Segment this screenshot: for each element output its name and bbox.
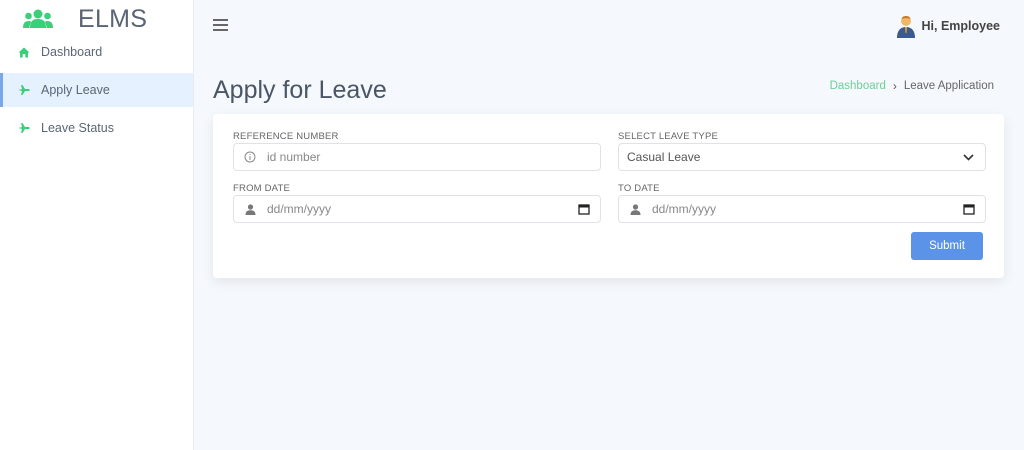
sidebar-item-label: Apply Leave — [41, 83, 110, 97]
to-date-placeholder: dd/mm/yyyy — [652, 202, 717, 216]
leave-type-label: SELECT LEAVE TYPE — [618, 131, 719, 142]
hamburger-icon[interactable] — [213, 19, 228, 31]
person-icon — [628, 203, 642, 215]
sidebar-nav: Dashboard Apply Leave Leave Status — [0, 35, 193, 145]
to-date-label: TO DATE — [618, 183, 660, 194]
sidebar-item-label: Dashboard — [41, 45, 103, 59]
from-date-placeholder: dd/mm/yyyy — [267, 202, 332, 216]
to-date-field: TO DATE — [618, 183, 660, 194]
reference-input[interactable]: id number — [233, 143, 601, 171]
reference-label: REFERENCE NUMBER — [233, 131, 339, 142]
brand[interactable]: ELMS — [0, 0, 193, 38]
to-date-input[interactable]: dd/mm/yyyy — [618, 195, 986, 223]
chevron-down-icon — [963, 153, 975, 161]
calendar-icon[interactable] — [578, 203, 590, 215]
plane-icon — [18, 84, 30, 96]
breadcrumb-current: Leave Application — [903, 80, 994, 92]
breadcrumb-link-dashboard[interactable]: Dashboard — [830, 80, 886, 92]
info-icon — [243, 151, 257, 163]
leave-form-card: REFERENCE NUMBER id number SELECT LEAVE … — [213, 114, 1004, 278]
from-date-input[interactable]: dd/mm/yyyy — [233, 195, 601, 223]
from-date-label: FROM DATE — [233, 183, 291, 194]
breadcrumb: Dashboard › Leave Application — [830, 79, 994, 93]
sidebar-item-dashboard[interactable]: Dashboard — [0, 35, 193, 69]
leave-type-value: Casual Leave — [627, 150, 701, 164]
user-greeting: Hi, Employee — [921, 19, 1001, 33]
reference-placeholder: id number — [267, 150, 321, 164]
person-icon — [243, 203, 257, 215]
chevron-right-icon: › — [892, 79, 897, 93]
sidebar: ELMS Dashboard Apply Leave Leave Status — [0, 0, 194, 450]
users-icon — [22, 7, 56, 31]
home-icon — [18, 46, 30, 58]
sidebar-item-leave-status[interactable]: Leave Status — [0, 111, 193, 145]
reference-field: REFERENCE NUMBER — [233, 131, 339, 142]
sidebar-item-label: Leave Status — [41, 121, 114, 135]
brand-name: ELMS — [78, 4, 148, 33]
user-avatar-icon — [896, 14, 916, 38]
submit-button[interactable]: Submit — [911, 232, 983, 260]
topbar: Hi, Employee — [195, 0, 1024, 52]
plane-icon — [18, 122, 30, 134]
calendar-icon[interactable] — [963, 203, 975, 215]
sidebar-item-apply-leave[interactable]: Apply Leave — [0, 73, 193, 107]
from-date-field: FROM DATE — [233, 183, 290, 194]
leave-type-field: SELECT LEAVE TYPE — [618, 131, 718, 142]
leave-type-select[interactable]: Casual Leave — [618, 143, 986, 171]
page-title: Apply for Leave — [213, 76, 387, 104]
user-menu[interactable]: Hi, Employee — [896, 14, 1001, 38]
